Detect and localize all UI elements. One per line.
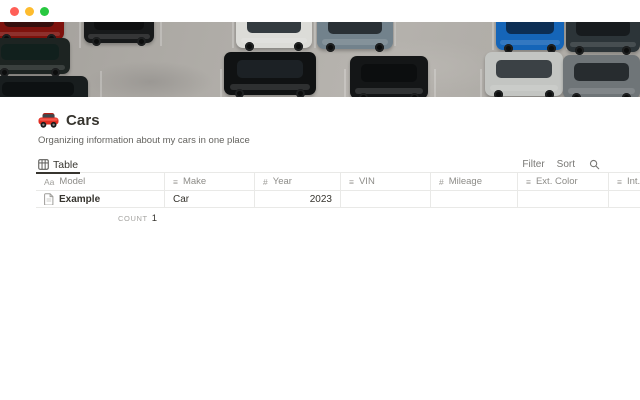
text-property-icon: ≡: [173, 177, 178, 187]
sort-button[interactable]: Sort: [557, 159, 575, 170]
parking-line: [344, 69, 346, 97]
parking-line: [100, 71, 102, 97]
count-calc[interactable]: COUNT 1: [36, 208, 165, 228]
column-header-year[interactable]: # Year: [255, 173, 341, 191]
page-icon-car[interactable]: [38, 111, 59, 129]
cell-model[interactable]: Example: [36, 191, 165, 208]
column-label: Mileage: [449, 176, 482, 187]
cell-value: 2023: [310, 194, 332, 205]
number-property-icon: #: [263, 177, 268, 187]
cell-ext-color[interactable]: [518, 191, 609, 208]
car-photo-shape: [566, 22, 640, 52]
page-body: Cars Organizing information about my car…: [0, 97, 640, 228]
column-label: VIN: [359, 176, 375, 187]
page-description[interactable]: Organizing information about my cars in …: [38, 135, 640, 146]
parking-line: [232, 22, 234, 48]
page-document-icon: [44, 193, 54, 205]
parking-line: [434, 69, 436, 97]
column-label: Make: [183, 176, 206, 187]
database-table: Aa Model ≡ Make # Year ≡ VIN # Mileage ≡ Ext. Color…: [36, 173, 640, 228]
tab-table-view[interactable]: Table: [36, 156, 80, 173]
parking-line: [79, 22, 81, 48]
table-body: Example Car 2023: [36, 191, 640, 208]
car-photo-shape: [485, 52, 563, 96]
column-header-make[interactable]: ≡ Make: [165, 173, 255, 191]
view-tab-bar: Table Filter Sort: [36, 156, 640, 173]
count-label: COUNT: [118, 214, 148, 223]
column-header-ext-color[interactable]: ≡ Ext. Color: [518, 173, 609, 191]
table-header-row: Aa Model ≡ Make # Year ≡ VIN # Mileage ≡ Ext. Color…: [36, 173, 640, 191]
title-property-icon: Aa: [44, 177, 54, 187]
car-photo-shape: [236, 22, 312, 48]
zoom-window-button[interactable]: [40, 7, 49, 16]
car-photo-shape: [0, 38, 70, 74]
active-tab-underline: [36, 172, 80, 174]
cell-vin[interactable]: [341, 191, 431, 208]
column-header-vin[interactable]: ≡ VIN: [341, 173, 431, 191]
car-photo-shape: [350, 56, 428, 97]
column-label: Model: [59, 176, 85, 187]
tab-table-label: Table: [53, 159, 78, 171]
car-photo-shape: [0, 76, 88, 97]
car-photo-shape: [84, 22, 154, 43]
cover-image[interactable]: [0, 22, 640, 97]
page-title[interactable]: Cars: [66, 112, 100, 129]
text-property-icon: ≡: [617, 177, 622, 187]
cell-value: Example: [59, 194, 100, 205]
parking-line: [160, 22, 162, 46]
parking-line: [492, 22, 494, 50]
cell-mileage[interactable]: [431, 191, 518, 208]
parking-line: [314, 22, 316, 48]
table-view-icon: [38, 159, 49, 170]
parking-line: [394, 22, 396, 46]
filter-button[interactable]: Filter: [522, 159, 544, 170]
search-icon[interactable]: [589, 159, 600, 170]
column-label: Year: [273, 176, 292, 187]
car-photo-shape: [496, 22, 564, 50]
text-property-icon: ≡: [349, 177, 354, 187]
column-header-model[interactable]: Aa Model: [36, 173, 165, 191]
column-label: Int. Co: [627, 176, 640, 187]
page-header: Cars Organizing information about my car…: [0, 97, 640, 146]
traffic-lights: [10, 7, 49, 16]
table-row: Example Car 2023: [36, 191, 640, 208]
car-photo-shape: [563, 55, 640, 97]
car-photo-shape: [224, 52, 316, 95]
cell-year[interactable]: 2023: [255, 191, 341, 208]
minimize-window-button[interactable]: [25, 7, 34, 16]
text-property-icon: ≡: [526, 177, 531, 187]
parking-line: [220, 69, 222, 97]
cell-make[interactable]: Car: [165, 191, 255, 208]
close-window-button[interactable]: [10, 7, 19, 16]
column-header-int-co[interactable]: ≡ Int. Co: [609, 173, 640, 191]
car-photo-shape: [317, 22, 393, 49]
cell-int-co[interactable]: [609, 191, 640, 208]
column-label: Ext. Color: [536, 176, 578, 187]
count-value: 1: [152, 213, 157, 224]
number-property-icon: #: [439, 177, 444, 187]
calc-row: COUNT 1: [36, 208, 640, 228]
window-titlebar: [0, 0, 640, 22]
column-header-mileage[interactable]: # Mileage: [431, 173, 518, 191]
cell-value: Car: [173, 194, 189, 205]
parking-line: [480, 69, 482, 97]
